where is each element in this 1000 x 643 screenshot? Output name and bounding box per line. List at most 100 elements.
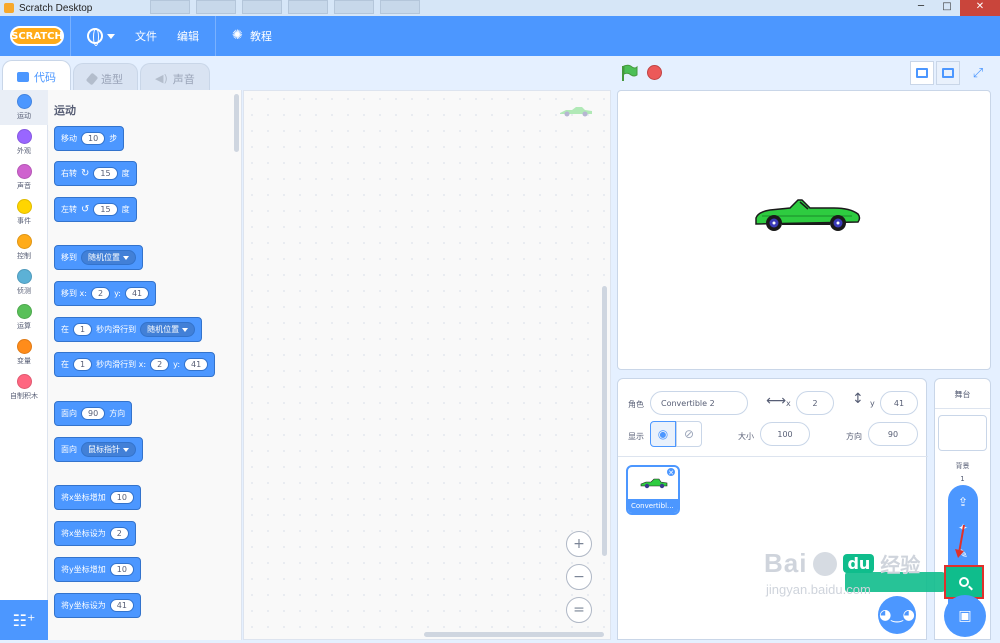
category-label: 控制 [17, 252, 31, 260]
block-turn-right[interactable]: 右转 ↻ 15 度 [54, 161, 137, 186]
large-stage-button[interactable] [936, 61, 960, 85]
glide-x-input[interactable]: 2 [150, 358, 170, 371]
block-move-steps[interactable]: 移动 10 步 [54, 126, 125, 151]
upload-icon: ⇪ [957, 495, 969, 509]
category-item[interactable]: 外观 [0, 125, 48, 160]
turn-right-input[interactable]: 15 [93, 167, 118, 180]
change-x-input[interactable]: 10 [109, 491, 134, 504]
small-stage-button[interactable] [910, 61, 934, 85]
search-icon [959, 577, 969, 587]
fullscreen-button[interactable]: ⤢ [966, 61, 990, 85]
block-turn-left[interactable]: 左转 ↺ 15 度 [54, 197, 137, 222]
category-label: 运动 [17, 112, 31, 120]
x-input[interactable]: 2 [796, 391, 834, 415]
block-change-x[interactable]: 将x坐标增加 10 [54, 485, 141, 510]
add-extension-button[interactable]: ☷⁺ [0, 600, 48, 640]
sprite-name-input[interactable]: Convertible 2 [650, 391, 748, 415]
minimize-button[interactable]: ─ [908, 0, 934, 16]
category-item[interactable]: 侦测 [0, 265, 48, 300]
palette-scrollbar[interactable] [234, 94, 239, 152]
language-menu[interactable] [77, 16, 125, 56]
turn-left-input[interactable]: 15 [93, 203, 118, 216]
tab-costumes[interactable]: 造型 [73, 63, 138, 93]
convertible-sprite[interactable] [752, 194, 862, 234]
choose-backdrop-button[interactable]: ▣ [944, 595, 986, 637]
y-label: y [870, 399, 875, 408]
zoom-in-icon: + [573, 536, 585, 552]
horizontal-arrows-icon: ⟷ [766, 393, 787, 409]
block-set-x[interactable]: 将x坐标设为 2 [54, 521, 136, 546]
editor-tabs: 代码 造型 ◀) 声音 [0, 60, 210, 93]
script-horizontal-scrollbar[interactable] [424, 632, 604, 637]
y-input[interactable]: 41 [880, 391, 918, 415]
block-change-y[interactable]: 将y坐标增加 10 [54, 557, 141, 582]
zoom-out-button[interactable]: − [566, 564, 592, 590]
category-item[interactable]: 运算 [0, 300, 48, 335]
direction-label: 方向 [846, 432, 862, 441]
block-goto-xy[interactable]: 移到 x: 2 y: 41 [54, 281, 157, 306]
category-label: 事件 [17, 217, 31, 225]
hide-button[interactable]: ⊘ [676, 421, 702, 447]
block-glide-xy[interactable]: 在 1 秒内滑行到 x: 2 y: 41 [54, 352, 216, 377]
category-item[interactable]: 运动 [0, 90, 48, 125]
block-set-y[interactable]: 将y坐标设为 41 [54, 593, 141, 618]
category-item[interactable]: 事件 [0, 195, 48, 230]
tab-sounds[interactable]: ◀) 声音 [140, 63, 210, 93]
block-point-towards[interactable]: 面向 鼠标指针 [54, 437, 143, 462]
goto-x-input[interactable]: 2 [90, 287, 111, 300]
category-label: 声音 [17, 182, 31, 190]
block-glide[interactable]: 在 1 秒内滑行到 随机位置 [54, 317, 203, 342]
stage-canvas[interactable] [617, 90, 991, 370]
category-item[interactable]: 变量 [0, 335, 48, 370]
sprite-label: 角色 [628, 400, 644, 409]
block-point-direction[interactable]: 面向 90 方向 [54, 401, 133, 426]
choose-sprite-button[interactable]: ◕‿◕ [878, 596, 916, 634]
category-dot-icon [16, 164, 32, 179]
zoom-in-button[interactable]: + [566, 531, 592, 557]
x-label: x [786, 399, 791, 408]
stop-icon[interactable] [647, 65, 662, 80]
add-extension-icon: ☷⁺ [12, 610, 36, 630]
glide-y-input[interactable]: 41 [184, 358, 209, 371]
goto-y-input[interactable]: 41 [124, 287, 150, 300]
towards-dropdown[interactable]: 鼠标指针 [81, 442, 136, 457]
green-flag-icon[interactable] [620, 64, 638, 82]
category-item[interactable]: 声音 [0, 160, 48, 195]
close-button[interactable]: ✕ [960, 0, 1000, 16]
delete-sprite-icon[interactable]: ✕ [666, 467, 676, 477]
change-y-input[interactable]: 10 [109, 563, 134, 576]
category-item[interactable]: 控制 [0, 230, 48, 265]
maximize-button[interactable]: □ [934, 0, 960, 16]
app-icon [4, 3, 14, 13]
window-titlebar: Scratch Desktop ─ □ ✕ [0, 0, 1000, 16]
script-vertical-scrollbar[interactable] [602, 286, 607, 556]
glide-xy-secs-input[interactable]: 1 [73, 358, 93, 371]
file-menu[interactable]: 文件 [125, 16, 167, 56]
set-x-input[interactable]: 2 [109, 527, 129, 540]
size-input[interactable]: 100 [760, 422, 810, 446]
sprite-tile-name: Convertibl... [628, 499, 678, 513]
zoom-reset-button[interactable]: = [566, 597, 592, 623]
choose-backdrop-search-button[interactable] [944, 565, 984, 599]
script-area[interactable]: + − = [243, 90, 611, 640]
glide-dropdown[interactable]: 随机位置 [140, 322, 196, 337]
backdrop-thumbnail[interactable] [938, 415, 987, 451]
tab-code[interactable]: 代码 [2, 60, 71, 92]
scratch-logo[interactable]: SCRATCH [10, 26, 64, 46]
steps-input[interactable]: 10 [81, 132, 106, 145]
rotate-left-icon: ↺ [81, 204, 90, 215]
rotate-right-icon: ↻ [81, 168, 90, 179]
tutorials-menu[interactable]: ✺ 教程 [222, 16, 282, 56]
block-goto[interactable]: 移到 随机位置 [54, 245, 143, 270]
zoom-reset-icon: = [573, 602, 585, 618]
direction-input[interactable]: 90 [868, 422, 918, 446]
goto-dropdown[interactable]: 随机位置 [81, 250, 136, 265]
show-button[interactable]: ◉ [650, 421, 676, 447]
set-y-input[interactable]: 41 [109, 599, 134, 612]
edit-menu[interactable]: 编辑 [167, 16, 209, 56]
direction-input[interactable]: 90 [81, 407, 106, 420]
category-item[interactable]: 自制积木 [0, 370, 48, 405]
cat-face-icon: ◕‿◕ [879, 607, 915, 623]
glide-secs-input[interactable]: 1 [73, 323, 93, 336]
block-palette: 运动 移动 10 步 右转 ↻ 15 度 左转 ↺ 15 度 移到 随机位置 移到 x: 2 y: 41… [48, 90, 242, 640]
